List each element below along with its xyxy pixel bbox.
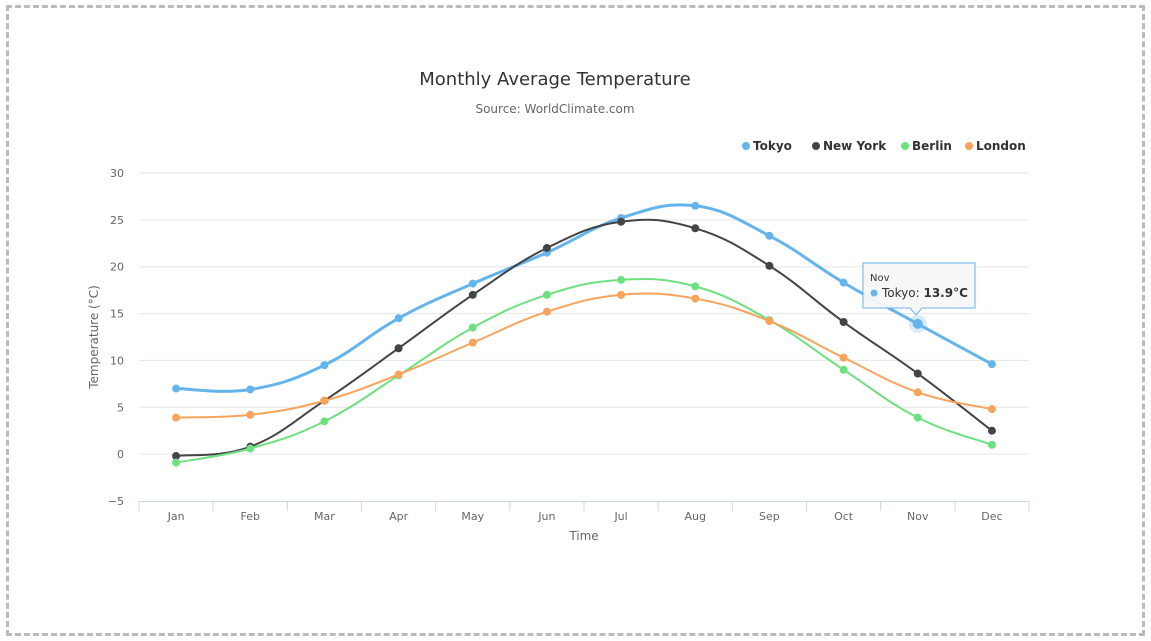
data-point — [987, 360, 996, 369]
series-line-london — [176, 292, 993, 419]
data-point — [172, 413, 181, 422]
x-tick-label: Feb — [241, 510, 260, 523]
data-point — [839, 353, 848, 362]
data-point — [765, 231, 774, 240]
data-point — [246, 444, 255, 453]
data-point — [172, 384, 181, 393]
y-tick-label: 10 — [110, 354, 124, 367]
legend-marker-icon — [812, 142, 820, 150]
data-point — [468, 290, 477, 299]
data-point — [691, 294, 700, 303]
legend-item-berlin[interactable]: Berlin — [901, 139, 952, 153]
legend-marker-icon — [965, 142, 973, 150]
y-tick-label: 20 — [110, 261, 124, 274]
data-point — [542, 307, 551, 316]
data-point — [617, 217, 626, 226]
legend-marker-icon — [901, 142, 909, 150]
x-tick-label: Mar — [314, 510, 335, 523]
x-tick-label: Dec — [981, 510, 1002, 523]
y-tick-label: 0 — [117, 448, 124, 461]
data-point — [913, 369, 922, 378]
data-point — [839, 365, 848, 374]
series-line-new-york — [175, 218, 993, 458]
tooltip-series: Tokyo — [881, 286, 916, 300]
data-point — [617, 290, 626, 299]
x-tick-label: Jan — [167, 510, 185, 523]
legend-marker-icon — [742, 142, 750, 150]
legend-label: Tokyo — [753, 139, 792, 153]
chart-subtitle: Source: WorldClimate.com — [475, 102, 634, 116]
chart-title: Monthly Average Temperature — [419, 69, 690, 90]
tooltip-marker-icon — [870, 289, 878, 297]
data-point — [913, 413, 922, 422]
data-point — [320, 396, 329, 405]
legend-label: Berlin — [912, 139, 952, 153]
x-axis-title: Time — [568, 529, 598, 543]
data-point — [468, 323, 477, 332]
data-point — [839, 318, 848, 327]
x-tick-label: Jun — [537, 510, 555, 523]
x-tick-label: Jul — [613, 510, 627, 523]
y-axis-title: Temperature (°C) — [87, 285, 101, 390]
tooltip: Nov Tokyo: 13.9°C — [862, 262, 976, 316]
data-point — [987, 426, 996, 435]
data-point — [246, 410, 255, 419]
legend-item-london[interactable]: London — [965, 139, 1026, 153]
data-point — [320, 361, 329, 370]
data-point — [691, 282, 700, 291]
data-point — [913, 388, 922, 397]
x-tick-label: May — [461, 510, 484, 523]
legend-label: New York — [823, 139, 887, 153]
data-point — [394, 344, 403, 353]
line-chart: Monthly Average Temperature Source: Worl… — [87, 69, 1030, 543]
tooltip-value: 13.9°C — [923, 286, 968, 300]
x-tick-label: Aug — [685, 510, 706, 523]
data-point — [987, 440, 996, 449]
data-point — [542, 243, 551, 252]
y-tick-label: 15 — [110, 308, 124, 321]
data-point — [987, 405, 996, 414]
y-tick-label: 30 — [110, 167, 124, 180]
data-point — [765, 317, 774, 326]
data-point — [765, 261, 774, 270]
data-point — [394, 314, 403, 323]
x-tick-label: Apr — [389, 510, 409, 523]
x-tick-label: Oct — [834, 510, 854, 523]
data-point — [320, 417, 329, 426]
y-tick-label: −5 — [108, 495, 124, 508]
x-tick-label: Nov — [907, 510, 929, 523]
legend-label: London — [976, 139, 1026, 153]
data-point — [468, 279, 477, 288]
data-point — [246, 385, 255, 394]
tooltip-header: Nov — [870, 273, 890, 284]
x-tick-label: Sep — [759, 510, 780, 523]
svg-text:Tokyo: 13.9°C: Tokyo: 13.9°C — [881, 286, 968, 300]
data-point — [542, 290, 551, 299]
data-point — [617, 275, 626, 284]
data-point — [691, 224, 700, 233]
legend-item-new-york[interactable]: New York — [812, 139, 887, 153]
data-point — [691, 201, 700, 210]
data-point — [839, 278, 848, 287]
y-tick-label: 5 — [117, 401, 124, 414]
data-point — [172, 458, 181, 467]
data-point — [912, 318, 923, 329]
data-point — [468, 338, 477, 347]
legend-item-tokyo[interactable]: Tokyo — [742, 139, 792, 153]
y-tick-label: 25 — [110, 214, 124, 227]
data-point — [394, 370, 403, 379]
